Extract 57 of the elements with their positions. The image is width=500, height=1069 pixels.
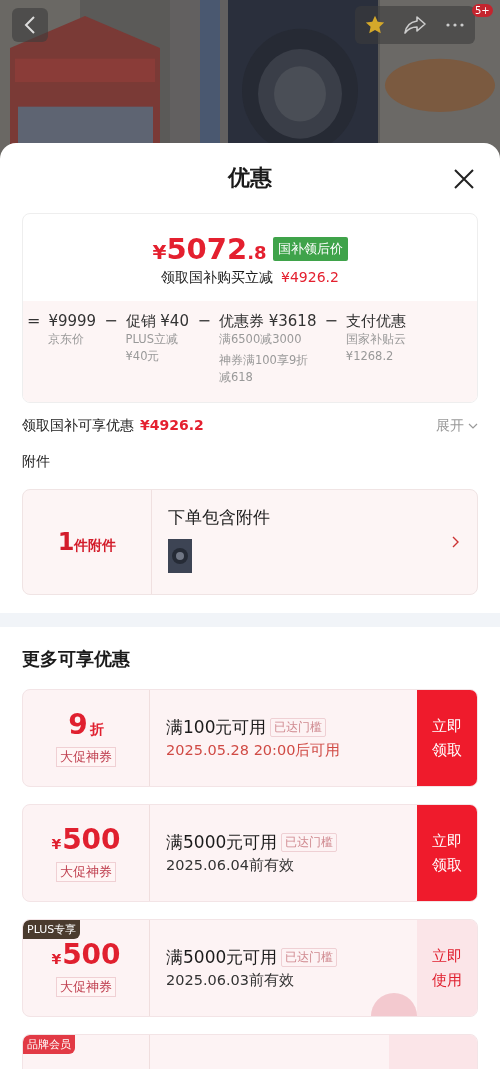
attachments-heading: 附件	[22, 453, 51, 471]
coupon-type-label: 大促神券	[56, 977, 116, 997]
operator-sign: =	[27, 311, 41, 331]
coupon-condition: 满5000元可用	[166, 831, 278, 854]
coupon-type-label: 大促神券	[56, 747, 116, 767]
chevron-down-icon	[468, 423, 478, 429]
coupon-value: 9 折	[68, 709, 104, 743]
discount-amount: ¥4926.2	[281, 269, 339, 287]
attachment-card[interactable]: 1件附件 下单包含附件	[22, 489, 478, 595]
coupon-condition: 满100元可用	[166, 716, 267, 739]
back-icon	[24, 15, 36, 35]
operator-sign: −	[104, 311, 118, 331]
coupon-date: 2025.06.03前有效	[166, 971, 296, 990]
breakdown-title: 促销 ¥40	[125, 311, 190, 331]
coupon-value: ¥500	[51, 939, 121, 973]
coupon-condition: 满5000元可用	[166, 946, 278, 969]
back-button[interactable]	[12, 8, 48, 42]
price-tag: 国补领后价	[272, 237, 348, 261]
price-subtitle: 领取国补购买立减	[161, 269, 274, 287]
operator-sign: −	[197, 311, 211, 331]
star-icon	[364, 14, 386, 36]
coupon-date: 2025.05.28 20:00后可用	[166, 741, 342, 760]
breakdown-note: PLUS立减¥40元	[125, 331, 180, 365]
attachment-title: 下单包含附件	[168, 506, 271, 529]
section-heading: 更多可享优惠	[22, 647, 131, 671]
coupon-action-button[interactable]: 立即领取	[417, 690, 477, 786]
attachment-count: 1件附件	[57, 528, 117, 556]
more-icon	[445, 22, 465, 28]
coupon-tag: PLUS专享	[23, 920, 81, 939]
threshold-tag: 已达门槛	[270, 718, 327, 737]
final-price: ¥5072.8	[152, 232, 267, 266]
breakdown-note: 神券满100享9折减618	[218, 352, 310, 386]
chevron-right-icon	[452, 536, 459, 548]
expand-toggle[interactable]: 展开	[436, 417, 478, 435]
breakdown-note: 京东价	[48, 331, 86, 348]
coupon-action-button[interactable]: 立即领取	[417, 805, 477, 901]
breakdown-title: 支付优惠	[345, 311, 406, 331]
breakdown-title: 优惠券 ¥3618	[218, 311, 317, 331]
close-icon	[453, 168, 475, 190]
breakdown-note: 国家补贴云	[345, 331, 406, 348]
subsidy-amount: ¥4926.2	[140, 417, 204, 435]
threshold-tag: 已达门槛	[281, 948, 338, 967]
subsidy-label: 领取国补可享优惠	[22, 417, 134, 435]
coupon-action-button[interactable]: 立即使用	[417, 920, 477, 1016]
coupon-date: 2025.06.04前有效	[166, 856, 296, 875]
breakdown-note: 满6500减3000	[218, 331, 303, 348]
coupon-type-label: 大促神券	[56, 862, 116, 882]
close-button[interactable]	[452, 167, 476, 191]
breakdown-title: ¥9999	[48, 311, 97, 331]
operator-sign: −	[324, 311, 338, 331]
threshold-tag: 已达门槛	[281, 833, 338, 852]
coupon-value: ¥500	[51, 824, 121, 858]
share-icon	[403, 15, 427, 35]
product-thumbnail	[168, 539, 192, 573]
coupon-tag: 品牌会员	[23, 1035, 75, 1054]
sheet-title: 优惠	[228, 164, 272, 192]
breakdown-note: ¥1268.2	[345, 348, 395, 365]
